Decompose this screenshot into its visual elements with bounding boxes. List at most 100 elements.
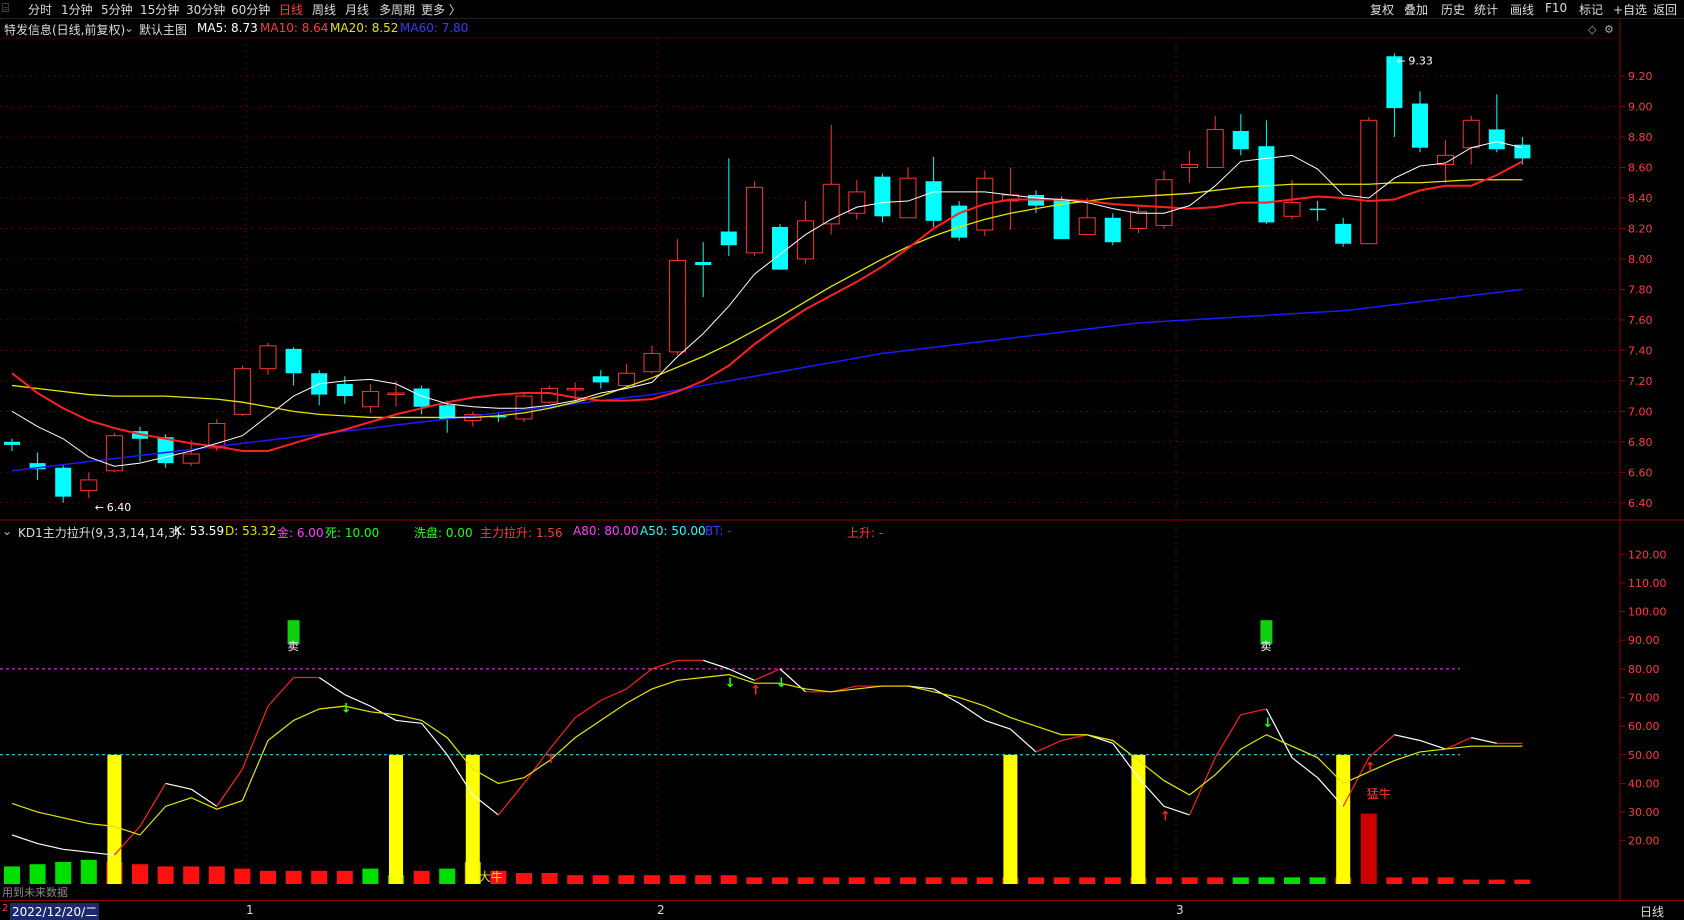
- k-line-segment: [1291, 757, 1318, 779]
- signal-bar: [439, 868, 456, 884]
- period-label[interactable]: 日线: [1640, 903, 1664, 920]
- signal-bar: [1284, 877, 1300, 884]
- k-line-segment: [395, 719, 422, 724]
- cursor-date: 2022/12/20/二: [10, 903, 100, 920]
- kd-tick-label: 30.00: [1628, 806, 1660, 819]
- candle-body: [1078, 217, 1096, 236]
- arrow-down-icon: ↓: [776, 676, 787, 691]
- k-line-segment: [626, 668, 653, 690]
- kd-tick-label: 20.00: [1628, 835, 1660, 848]
- signal-bar: [1309, 877, 1326, 884]
- high-price-label: 9.33: [1408, 54, 1433, 67]
- price-tick-label: 9.00: [1628, 101, 1653, 114]
- candle-body: [1309, 208, 1326, 211]
- signal-bar: [1079, 877, 1096, 884]
- candle-body: [925, 181, 942, 221]
- candle-body: [336, 383, 353, 397]
- signal-bar: [1514, 879, 1531, 884]
- k-line-segment: [1035, 739, 1062, 753]
- candle-body: [259, 345, 277, 370]
- price-tick-label: 7.20: [1628, 375, 1653, 388]
- signal-bar: [1437, 877, 1454, 884]
- price-tick-label: 7.40: [1628, 344, 1653, 357]
- k-line-segment: [216, 768, 243, 807]
- k-line-segment: [651, 659, 678, 670]
- arrow-down-icon: ↓: [341, 702, 352, 717]
- signal-bar: [848, 877, 865, 884]
- wash-pillar: [1131, 754, 1146, 884]
- candle-body: [1360, 119, 1378, 245]
- candle-body: [157, 437, 174, 464]
- price-tick-label: 8.20: [1628, 222, 1653, 235]
- candle-body: [1462, 119, 1480, 149]
- signal-bar: [1412, 877, 1428, 884]
- kd-tick-label: 80.00: [1628, 663, 1660, 676]
- price-tick-label: 6.40: [1628, 497, 1653, 510]
- diamond-icon: ◇: [1588, 23, 1597, 36]
- signal-bar: [695, 875, 712, 884]
- k-line-segment: [421, 722, 448, 756]
- candle-body: [80, 479, 98, 492]
- signal-bar: [183, 866, 200, 884]
- signal-bar: [516, 873, 532, 884]
- signal-bar: [208, 866, 225, 884]
- candle-body: [745, 186, 763, 254]
- candle-body: [387, 392, 405, 396]
- signal-bar: [4, 866, 20, 884]
- candle-body: [695, 262, 712, 266]
- arrow-left-icon: ←: [1396, 54, 1405, 67]
- arrow-up-icon: ↑: [750, 683, 761, 698]
- wash-pillar: [465, 754, 480, 884]
- sell-label: 卖: [288, 640, 299, 653]
- signal-bar: [720, 875, 737, 884]
- candle-body: [182, 453, 200, 464]
- kd-tick-label: 70.00: [1628, 692, 1660, 705]
- arrow-down-icon: ↓: [1262, 716, 1273, 731]
- k-line-segment: [497, 783, 525, 816]
- signal-bar: [567, 875, 584, 884]
- candle-body: [233, 368, 251, 415]
- candle-body: [1283, 202, 1301, 217]
- k-line-segment: [63, 848, 89, 853]
- bull-label-2: 猛牛: [1367, 786, 1391, 801]
- candle-body: [361, 391, 379, 408]
- signal-bar: [80, 859, 97, 884]
- k-line-segment: [600, 688, 627, 701]
- k-line-segment: [574, 699, 602, 719]
- kd-tick-label: 110.00: [1628, 577, 1667, 590]
- candle-body: [669, 259, 687, 353]
- candle-body: [1232, 130, 1249, 150]
- price-tick-label: 7.60: [1628, 314, 1653, 327]
- price-tick-label: 9.20: [1628, 70, 1653, 83]
- signal-bar: [1104, 877, 1121, 884]
- candle-body: [720, 231, 737, 246]
- arrow-down-icon: ↓: [725, 676, 736, 691]
- k-line-segment: [11, 834, 38, 845]
- k-line-segment: [1009, 728, 1037, 753]
- future-data-note: 用到未来数据: [2, 885, 68, 899]
- k-line-segment: [984, 719, 1011, 730]
- signal-bar: [362, 868, 379, 884]
- signal-bar: [746, 877, 763, 884]
- signal-bar: [1258, 877, 1275, 884]
- k-line-segment: [37, 842, 64, 850]
- left-marker: 2: [2, 903, 9, 914]
- candle-body: [1155, 179, 1173, 226]
- k-line-segment: [1394, 734, 1421, 742]
- kline-chart[interactable]: 9.20 9.00 8.80 8.60 8.40 8.20 8.00 7.80 7.60 7.40…: [0, 0, 1684, 918]
- price-tick-label: 8.60: [1628, 162, 1653, 175]
- signal-bar: [541, 873, 558, 884]
- signal-bar: [900, 877, 916, 884]
- candle-body: [643, 352, 661, 373]
- candle-body: [1335, 223, 1352, 244]
- signal-bar: [772, 877, 788, 884]
- signal-bar: [285, 870, 302, 884]
- candle-body: [541, 387, 559, 403]
- signal-bar: [157, 866, 174, 884]
- status-bar: 2 2022/12/20/二 1 2 3 日线: [0, 900, 1684, 920]
- candle-body: [797, 220, 815, 260]
- candle-body: [899, 177, 917, 219]
- signal-bar: [336, 870, 353, 884]
- candle-body: [592, 376, 609, 383]
- signal-bar: [925, 877, 942, 884]
